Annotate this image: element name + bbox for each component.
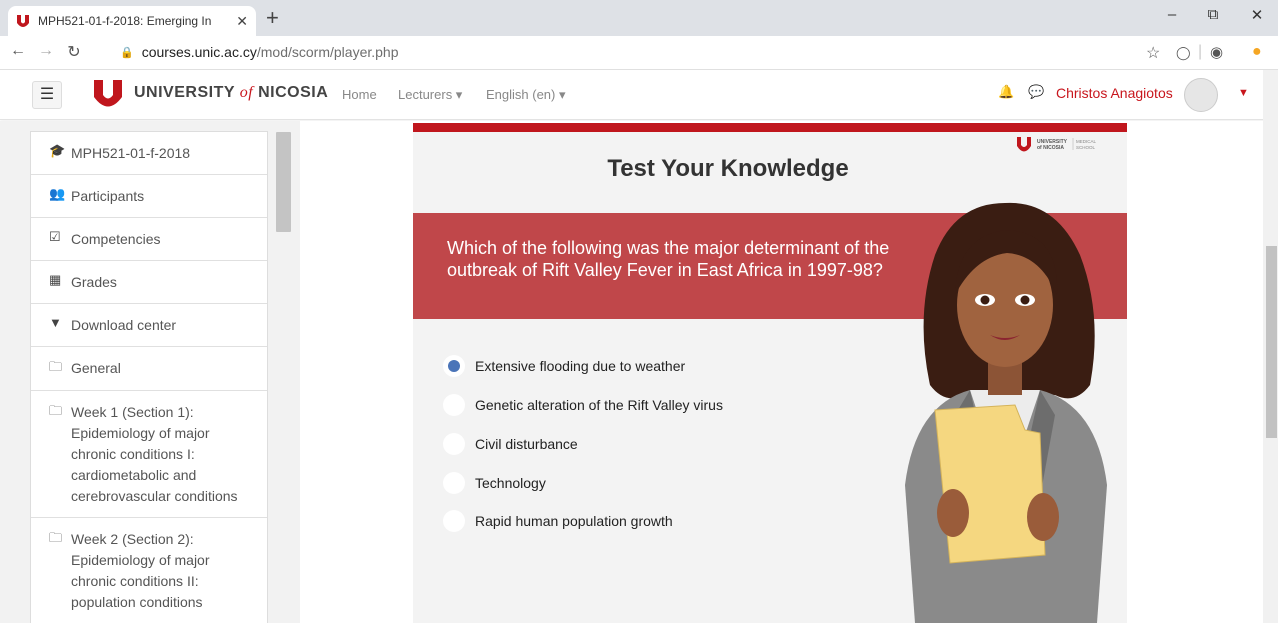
radio-button[interactable] (443, 472, 465, 494)
folder-icon: 🗀 (49, 359, 63, 374)
sidebar-item-label: Grades (71, 274, 117, 290)
answer-option-1[interactable]: Extensive flooding due to weather (443, 355, 685, 377)
page-scrollbar-thumb[interactable] (1266, 246, 1277, 438)
tab-title: MPH521-01-f-2018: Emerging In (38, 14, 212, 28)
url-field[interactable]: 🔒 courses.unic.ac.cy/mod/scorm/player.ph… (120, 44, 399, 60)
school-brand-logo: UNIVERSITY of NICOSIA MEDICAL SCHOOL (1017, 137, 1097, 152)
user-menu-caret-icon[interactable]: ▼ (1238, 87, 1249, 99)
answer-label: Rapid human population growth (475, 513, 673, 529)
messages-icon[interactable]: 💬 (1028, 84, 1044, 100)
answer-label: Extensive flooding due to weather (475, 358, 686, 374)
sidebar-item-label: Download center (71, 317, 177, 333)
address-bar: ← → ↻ 🔒 courses.unic.ac.cy/mod/scorm/pla… (0, 36, 1278, 70)
lock-icon: 🔒 (120, 46, 134, 59)
brand-line-2: of NICOSIA (1037, 145, 1064, 151)
answer-label: Technology (475, 475, 546, 491)
answer-option-3[interactable]: Civil disturbance (443, 433, 578, 455)
radio-button[interactable] (443, 433, 465, 455)
scorm-player: Test Your Knowledge UNIVERSITY of NICOSI… (413, 123, 1127, 623)
sidebar-item-week-2[interactable]: 🗀 Week 2 (Section 2): Epidemiology of ma… (31, 518, 267, 623)
main-content: Test Your Knowledge UNIVERSITY of NICOSI… (300, 121, 1263, 623)
sidebar-item-participants[interactable]: 👥 Participants (31, 175, 267, 218)
url-host: courses.unic.ac.cy (141, 44, 257, 60)
brand-school-2: SCHOOL (1076, 145, 1096, 150)
sidebar-nav: 🎓 MPH521-01-f-2018 👥 Participants ☑ Comp… (30, 131, 268, 623)
menu-icon[interactable]: ● (1252, 43, 1262, 61)
sidebar-item-label: MPH521-01-f-2018 (71, 145, 191, 161)
download-icon: ▼ (49, 315, 62, 330)
university-name[interactable]: UNIVERSITY of NICOSIA (134, 84, 328, 102)
sidebar-scrollbar-thumb[interactable] (276, 132, 291, 232)
sidebar-item-download-center[interactable]: ▼ Download center (31, 304, 267, 347)
answer-option-2[interactable]: Genetic alteration of the Rift Valley vi… (443, 394, 723, 416)
checkbox-icon: ☑ (49, 229, 61, 244)
sidebar-item-week-1[interactable]: 🗀 Week 1 (Section 1): Epidemiology of ma… (31, 391, 267, 518)
sidebar-item-label: General (71, 360, 121, 376)
avatar[interactable] (1184, 78, 1218, 112)
extension-icon[interactable]: ◯ (1176, 45, 1191, 61)
hamburger-menu-button[interactable]: ☰ (32, 81, 62, 109)
nav-lecturers-link[interactable]: Lecturers ▾ (398, 87, 462, 103)
sidebar-item-general[interactable]: 🗀 General (31, 347, 267, 391)
sidebar-item-label: Competencies (71, 231, 161, 247)
site-navbar: ☰ UNIVERSITY of NICOSIA Home Lecturers ▾… (0, 70, 1278, 120)
university-name-of: of (239, 84, 254, 101)
graduation-cap-icon: 🎓 (49, 143, 66, 158)
sidebar-item-label: Week 2 (Section 2): Epidemiology of majo… (71, 531, 210, 610)
brand-school-1: MEDICAL (1076, 139, 1097, 144)
restore-icon[interactable]: ⧉ (1198, 6, 1228, 23)
sidebar-item-grades[interactable]: ▦ Grades (31, 261, 267, 304)
table-icon: ▦ (49, 272, 62, 287)
course-sidebar: 🎓 MPH521-01-f-2018 👥 Participants ☑ Comp… (0, 121, 300, 623)
reload-icon[interactable]: ↻ (64, 42, 84, 62)
browser-tab-bar: MPH521-01-f-2018: Emerging In ✕ + – ⧉ ✕ (0, 0, 1278, 36)
sidebar-item-competencies[interactable]: ☑ Competencies (31, 218, 267, 261)
sidebar-item-label: Participants (71, 188, 145, 204)
url-path: /mod/scorm/player.php (256, 44, 399, 60)
university-logo[interactable] (92, 78, 124, 110)
question-text: Which of the following was the major det… (447, 238, 890, 280)
forward-icon[interactable]: → (36, 42, 56, 60)
sidebar-item-label: Week 1 (Section 1): Epidemiology of majo… (71, 404, 238, 504)
toolbar-divider: | (1198, 43, 1203, 60)
radio-button[interactable] (443, 394, 465, 416)
notification-bell-icon[interactable]: 🔔 (998, 84, 1014, 100)
user-name[interactable]: Christos Anagiotos (1056, 85, 1173, 101)
answer-option-4[interactable]: Technology (443, 472, 546, 494)
university-name-part2: NICOSIA (258, 84, 329, 101)
back-icon[interactable]: ← (8, 42, 28, 60)
answer-label: Genetic alteration of the Rift Valley vi… (475, 397, 723, 413)
quiz-heading: Test Your Knowledge (607, 155, 849, 182)
nav-language-menu[interactable]: English (en) ▾ (486, 87, 566, 103)
browser-tab[interactable]: MPH521-01-f-2018: Emerging In ✕ (8, 6, 256, 36)
answer-option-5[interactable]: Rapid human population growth (443, 510, 673, 532)
nav-home-link[interactable]: Home (342, 87, 377, 102)
tab-close-icon[interactable]: ✕ (236, 13, 248, 30)
folder-icon: 🗀 (49, 530, 63, 545)
top-stripe (413, 123, 1127, 132)
presenter-illustration (905, 202, 1107, 623)
radio-button-selected[interactable] (443, 355, 465, 377)
star-icon[interactable]: ☆ (1146, 43, 1160, 63)
minimize-icon[interactable]: – (1157, 6, 1187, 23)
window-close-icon[interactable]: ✕ (1242, 6, 1272, 24)
users-icon: 👥 (49, 186, 66, 201)
answer-label: Civil disturbance (475, 436, 578, 452)
radio-button[interactable] (443, 510, 465, 532)
university-logo-icon (17, 15, 29, 27)
new-tab-button[interactable]: + (266, 6, 279, 30)
profile-icon[interactable]: ◉ (1210, 43, 1223, 61)
folder-icon: 🗀 (49, 403, 63, 418)
sidebar-item-course[interactable]: 🎓 MPH521-01-f-2018 (31, 132, 267, 175)
university-name-part1: UNIVERSITY (134, 84, 235, 101)
